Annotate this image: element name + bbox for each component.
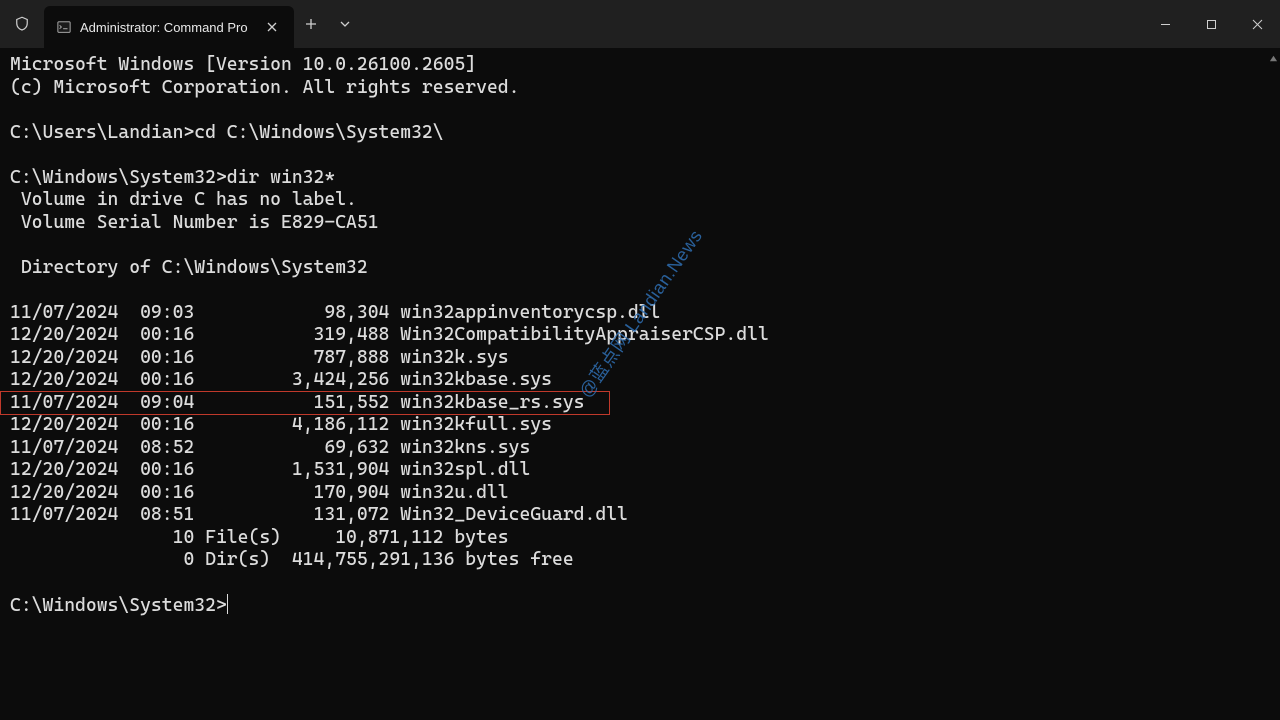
terminal-output[interactable]: Microsoft Windows [Version 10.0.26100.26… (0, 48, 1280, 720)
maximize-icon (1206, 19, 1217, 30)
close-icon (267, 22, 277, 32)
text-cursor (227, 594, 228, 614)
terminal-line: 11/07/2024 09:03 98,304 win32appinventor… (10, 302, 1280, 325)
terminal-line: (c) Microsoft Corporation. All rights re… (10, 77, 1280, 100)
tab-dropdown-button[interactable] (328, 0, 362, 48)
terminal-line: 10 File(s) 10,871,112 bytes (10, 527, 1280, 550)
window-controls (1142, 0, 1280, 48)
maximize-button[interactable] (1188, 0, 1234, 48)
scroll-up-arrow[interactable] (1269, 50, 1279, 60)
terminal-line: 11/07/2024 08:52 69,632 win32kns.sys (10, 437, 1280, 460)
minimize-button[interactable] (1142, 0, 1188, 48)
minimize-icon (1160, 19, 1171, 30)
new-tab-button[interactable] (294, 0, 328, 48)
terminal-line: Microsoft Windows [Version 10.0.26100.26… (10, 54, 1280, 77)
cmd-icon (56, 19, 72, 35)
chevron-down-icon (339, 18, 351, 30)
close-window-button[interactable] (1234, 0, 1280, 48)
terminal-line: 12/20/2024 00:16 787,888 win32k.sys (10, 347, 1280, 370)
terminal-line: 0 Dir(s) 414,755,291,136 bytes free (10, 549, 1280, 572)
terminal-line: 12/20/2024 00:16 170,904 win32u.dll (10, 482, 1280, 505)
terminal-line: Directory of C:\Windows\System32 (10, 257, 1280, 280)
terminal-line: C:\Windows\System32>dir win32* (10, 167, 1280, 190)
terminal-line: 11/07/2024 09:04 151,552 win32kbase_rs.s… (10, 392, 1280, 415)
terminal-line: 12/20/2024 00:16 3,424,256 win32kbase.sy… (10, 369, 1280, 392)
terminal-line (10, 234, 1280, 257)
terminal-line: 12/20/2024 00:16 1,531,904 win32spl.dll (10, 459, 1280, 482)
terminal-line (10, 279, 1280, 302)
terminal-line (10, 572, 1280, 595)
terminal-line (10, 99, 1280, 122)
terminal-window: Administrator: Command Pro Microsoft Win… (0, 0, 1280, 720)
tab-title: Administrator: Command Pro (80, 20, 254, 35)
titlebar: Administrator: Command Pro (0, 0, 1280, 48)
terminal-line: 11/07/2024 08:51 131,072 Win32_DeviceGua… (10, 504, 1280, 527)
terminal-line: 12/20/2024 00:16 4,186,112 win32kfull.sy… (10, 414, 1280, 437)
terminal-line: 12/20/2024 00:16 319,488 Win32Compatibil… (10, 324, 1280, 347)
terminal-line (10, 144, 1280, 167)
tab-active[interactable]: Administrator: Command Pro (44, 6, 294, 48)
terminal-line: Volume Serial Number is E829-CA51 (10, 212, 1280, 235)
plus-icon (305, 18, 317, 30)
close-icon (1252, 19, 1263, 30)
app-shield-icon (0, 0, 44, 48)
titlebar-spacer (362, 0, 1142, 48)
tab-close-button[interactable] (262, 17, 282, 37)
terminal-prompt[interactable]: C:\Windows\System32> (10, 594, 1280, 618)
terminal-line: Volume in drive C has no label. (10, 189, 1280, 212)
terminal-line: C:\Users\Landian>cd C:\Windows\System32\ (10, 122, 1280, 145)
